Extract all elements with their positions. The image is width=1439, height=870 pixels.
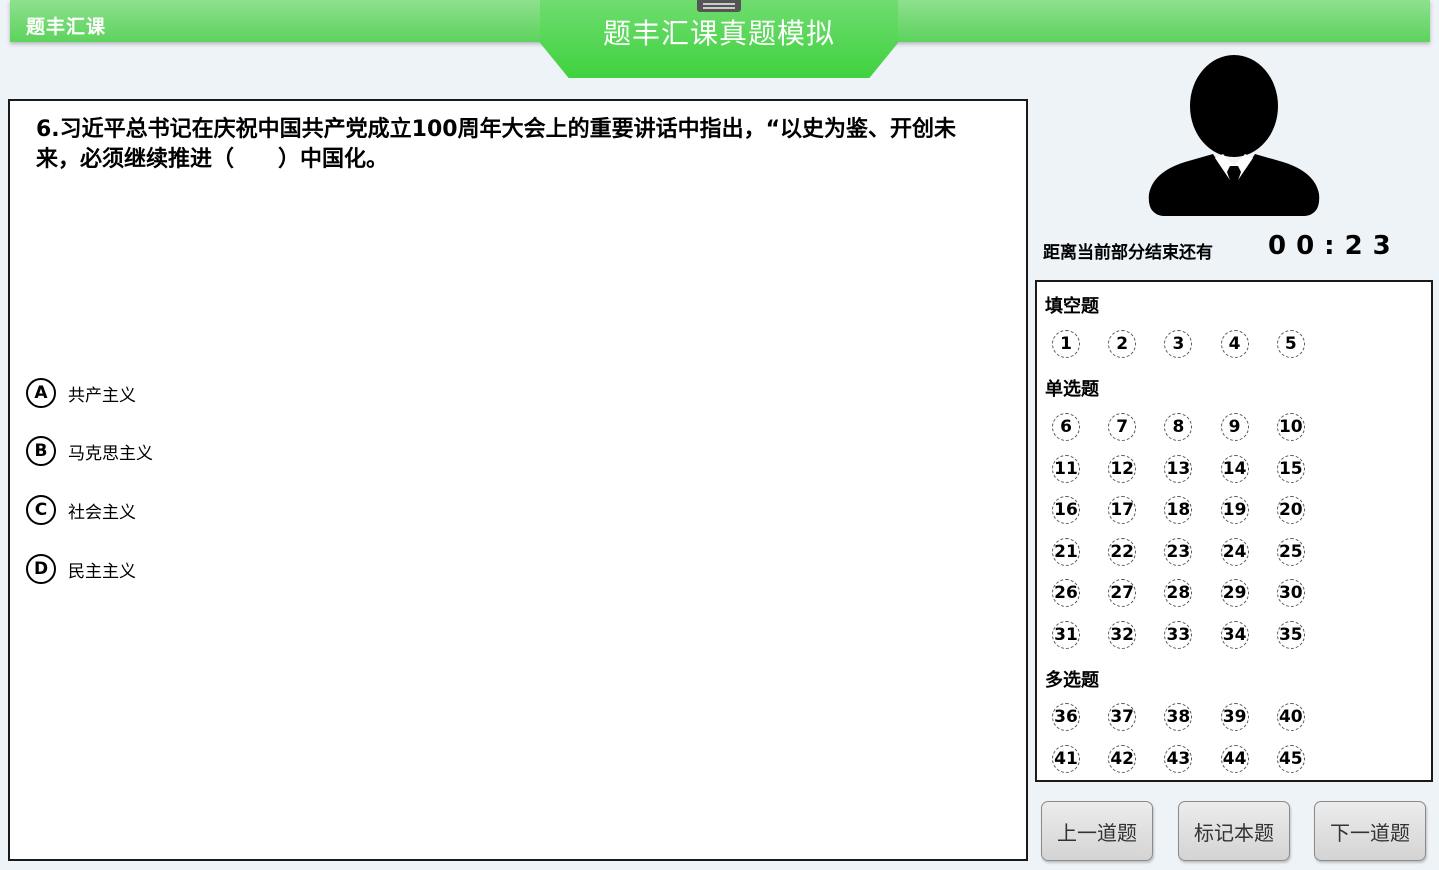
option-b-badge[interactable]: B [26,436,56,466]
option-d[interactable]: D 民主主义 [26,553,136,585]
question-number-button[interactable]: 16 [1052,496,1080,524]
question-number-button[interactable]: 13 [1164,454,1193,483]
question-number-button[interactable]: 23 [1164,537,1193,566]
question-number-button[interactable]: 38 [1164,703,1193,731]
question-number-button[interactable]: 20 [1276,496,1305,524]
question-number-button[interactable]: 17 [1108,496,1137,524]
section-title-multi-choice: 多选题 [1045,670,1099,691]
question-number-button[interactable]: 3 [1164,330,1193,358]
option-c-badge[interactable]: C [26,495,56,525]
mark-question-button[interactable]: 标记本题 [1178,801,1290,861]
question-number-button[interactable]: 15 [1276,454,1305,483]
question-number-button[interactable]: 36 [1052,703,1080,731]
question-number-button[interactable]: 1 [1052,330,1080,358]
countdown-timer: 00:23 [1268,231,1401,261]
next-question-button[interactable]: 下一道题 [1314,801,1426,861]
question-number-button[interactable]: 45 [1276,744,1305,773]
question-number-button[interactable]: 22 [1108,537,1137,566]
question-number-button[interactable]: 9 [1220,413,1249,441]
question-number-button[interactable]: 37 [1108,703,1137,731]
question-panel: 6.习近平总书记在庆祝中国共产党成立100周年大会上的重要讲话中指出，“以史为鉴… [8,99,1028,861]
drag-handle-icon[interactable] [697,0,741,12]
question-number-button[interactable]: 33 [1164,620,1193,649]
question-number-button[interactable]: 10 [1276,413,1305,441]
question-number-button[interactable]: 30 [1276,579,1305,607]
question-number-button[interactable]: 2 [1108,330,1137,358]
question-number-button[interactable]: 35 [1276,620,1305,649]
question-number-button[interactable]: 34 [1220,620,1249,649]
option-a[interactable]: A 共产主义 [26,377,136,409]
question-number-button[interactable]: 24 [1220,537,1249,566]
question-number-button[interactable]: 25 [1276,537,1305,566]
user-avatar-icon [1148,55,1320,216]
option-d-badge[interactable]: D [26,554,56,584]
question-number-button[interactable]: 19 [1220,496,1249,524]
question-number-button[interactable]: 8 [1164,413,1193,441]
question-number-button[interactable]: 11 [1052,454,1080,483]
question-number-button[interactable]: 18 [1164,496,1193,524]
prev-question-button[interactable]: 上一道题 [1041,801,1153,861]
option-b-label[interactable]: 马克思主义 [68,439,153,464]
option-a-label[interactable]: 共产主义 [68,381,136,406]
question-number-button[interactable]: 39 [1220,703,1249,731]
option-a-badge[interactable]: A [26,378,56,408]
question-number-button[interactable]: 27 [1108,579,1137,607]
question-number-button[interactable]: 41 [1052,744,1080,773]
question-number-button[interactable]: 31 [1052,620,1080,649]
question-text: 6.习近平总书记在庆祝中国共产党成立100周年大会上的重要讲话中指出，“以史为鉴… [36,117,957,172]
question-number-button[interactable]: 12 [1108,454,1137,483]
section-title-single-choice: 单选题 [1045,379,1099,400]
question-number-button[interactable]: 40 [1276,703,1305,731]
question-number-button[interactable]: 4 [1220,330,1249,358]
question-number-button[interactable]: 32 [1108,620,1137,649]
question-number-button[interactable]: 21 [1052,537,1080,566]
question-number-button[interactable]: 14 [1220,454,1249,483]
question-number-button[interactable]: 6 [1052,413,1080,441]
app-brand: 题丰汇课 [26,16,107,38]
option-c[interactable]: C 社会主义 [26,494,136,526]
question-number-button[interactable]: 42 [1108,744,1137,773]
question-number-button[interactable]: 44 [1220,744,1249,773]
question-navigator: 填空题 12345 单选题 6 7 8 9 10 11 12 13 14 15 16 17 18 19 20… [1035,280,1433,782]
question-number-button[interactable]: 7 [1108,413,1137,441]
question-number-button[interactable]: 5 [1276,330,1305,358]
option-d-label[interactable]: 民主主义 [68,557,136,582]
option-b[interactable]: B 马克思主义 [26,435,153,467]
question-number-button[interactable]: 43 [1164,744,1193,773]
question-number-button[interactable]: 29 [1220,579,1249,607]
section-title-fill-blank: 填空题 [1045,296,1099,317]
page-title: 题丰汇课真题模拟 [602,17,835,50]
question-number-button[interactable]: 26 [1052,579,1080,607]
timer-label: 距离当前部分结束还有 [1043,243,1213,263]
option-c-label[interactable]: 社会主义 [68,498,136,523]
question-number-button[interactable]: 28 [1164,579,1193,607]
